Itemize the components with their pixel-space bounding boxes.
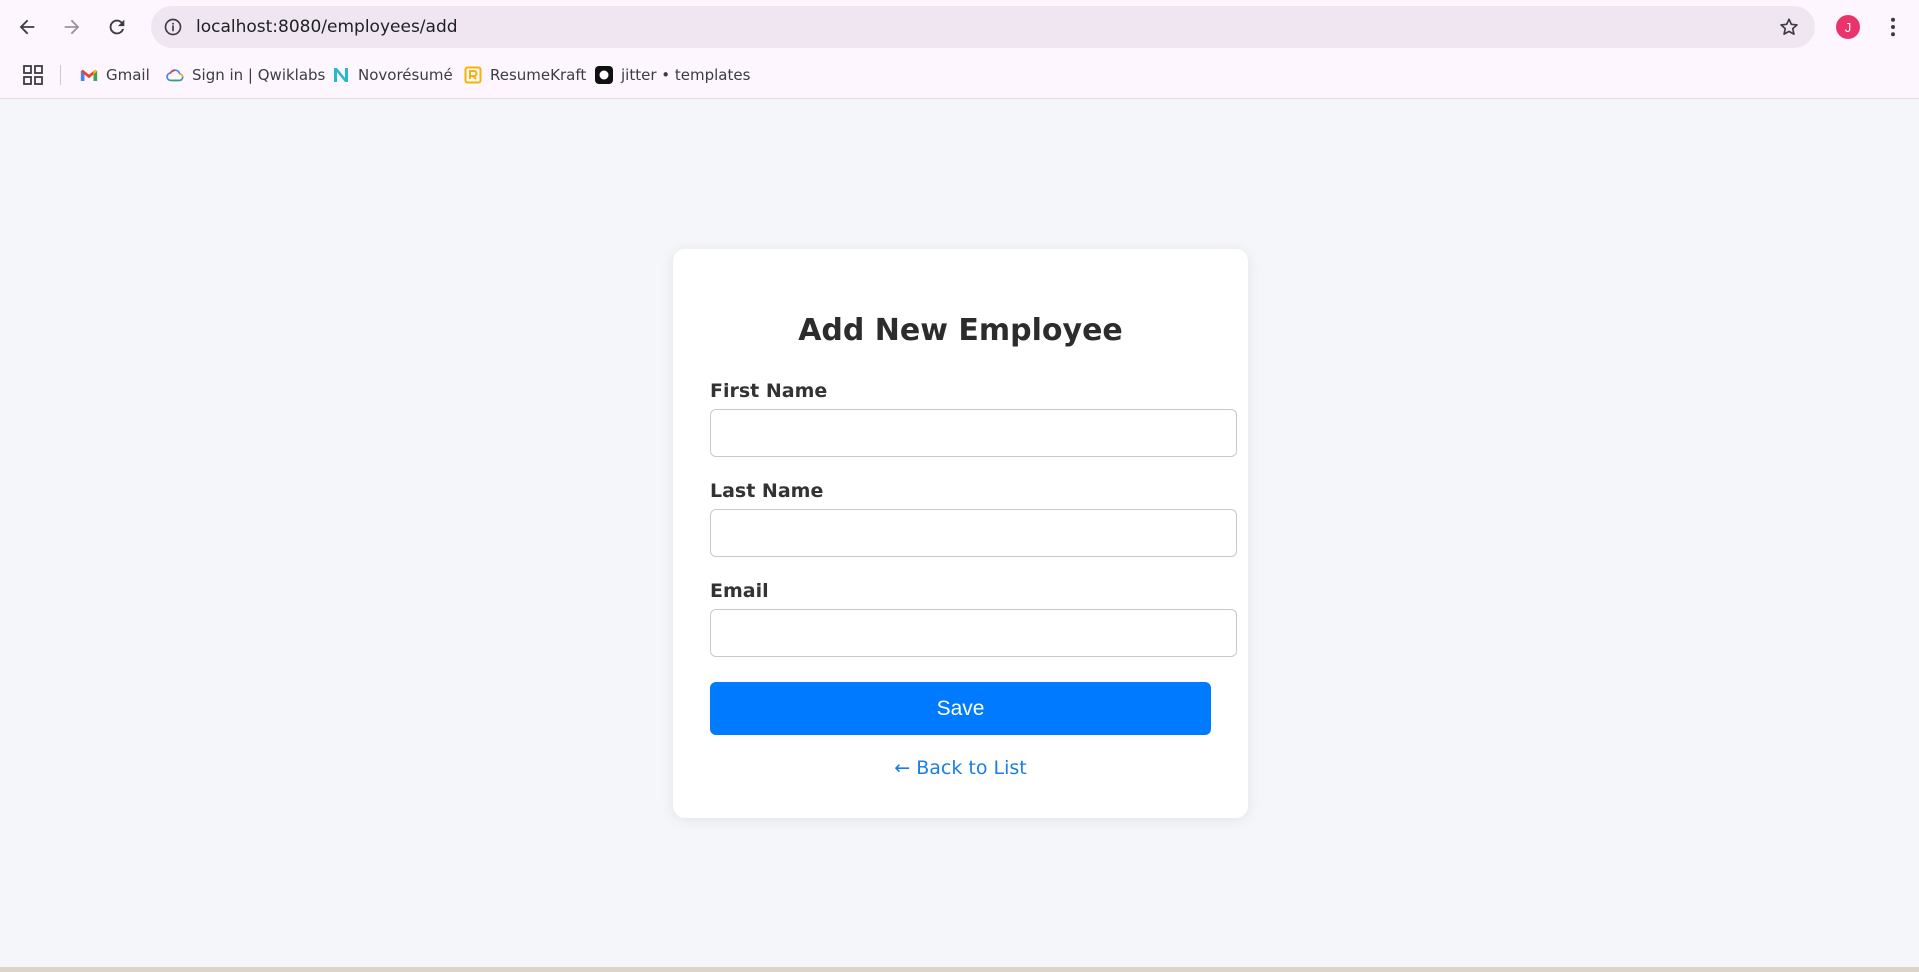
- resumekraft-icon: [464, 66, 482, 84]
- bookmark-novoresume[interactable]: Novorésumé: [332, 62, 453, 88]
- bookmarks-bar: Gmail Sign in | Qwiklabs Novorésumé Resu…: [0, 53, 1919, 99]
- bookmark-label: Sign in | Qwiklabs: [192, 66, 326, 84]
- bookmark-label: Gmail: [106, 66, 150, 84]
- back-to-list-link[interactable]: ← Back to List: [673, 757, 1248, 779]
- more-menu-icon[interactable]: [1880, 12, 1906, 42]
- bookmark-label: jitter • templates: [621, 66, 751, 84]
- bookmark-label: ResumeKraft: [490, 66, 587, 84]
- browser-toolbar: localhost:8080/employees/add J: [0, 0, 1919, 53]
- jitter-icon: [595, 66, 613, 84]
- google-cloud-icon: [166, 66, 184, 84]
- apps-grid-icon[interactable]: [22, 64, 44, 86]
- email-field[interactable]: [710, 609, 1237, 657]
- first-name-label: First Name: [710, 380, 828, 402]
- forward-arrow-icon[interactable]: [55, 10, 89, 44]
- novoresume-icon: [332, 66, 350, 84]
- reload-icon[interactable]: [100, 10, 134, 44]
- bookmark-jitter[interactable]: jitter • templates: [595, 62, 750, 88]
- address-bar[interactable]: localhost:8080/employees/add: [151, 6, 1815, 48]
- save-button[interactable]: Save: [710, 682, 1211, 735]
- bookmark-qwiklabs[interactable]: Sign in | Qwiklabs: [166, 62, 325, 88]
- email-label: Email: [710, 580, 769, 602]
- bookmark-label: Novorésumé: [358, 66, 453, 84]
- profile-avatar[interactable]: J: [1836, 15, 1860, 39]
- last-name-label: Last Name: [710, 480, 824, 502]
- site-info-icon[interactable]: [161, 15, 185, 39]
- add-employee-card: Add New Employee First Name Last Name Em…: [673, 249, 1248, 818]
- first-name-field[interactable]: [710, 409, 1237, 457]
- page-title: Add New Employee: [798, 313, 1123, 348]
- bookmark-gmail[interactable]: Gmail: [80, 62, 150, 88]
- window-bottom-edge: [0, 967, 1919, 972]
- back-arrow-icon[interactable]: [10, 10, 44, 44]
- bookmarks-divider: [60, 65, 61, 85]
- bookmark-resumekraft[interactable]: ResumeKraft: [464, 62, 586, 88]
- last-name-field[interactable]: [710, 509, 1237, 557]
- bookmark-star-icon[interactable]: [1777, 15, 1801, 39]
- gmail-icon: [80, 66, 98, 84]
- address-url[interactable]: localhost:8080/employees/add: [196, 6, 458, 48]
